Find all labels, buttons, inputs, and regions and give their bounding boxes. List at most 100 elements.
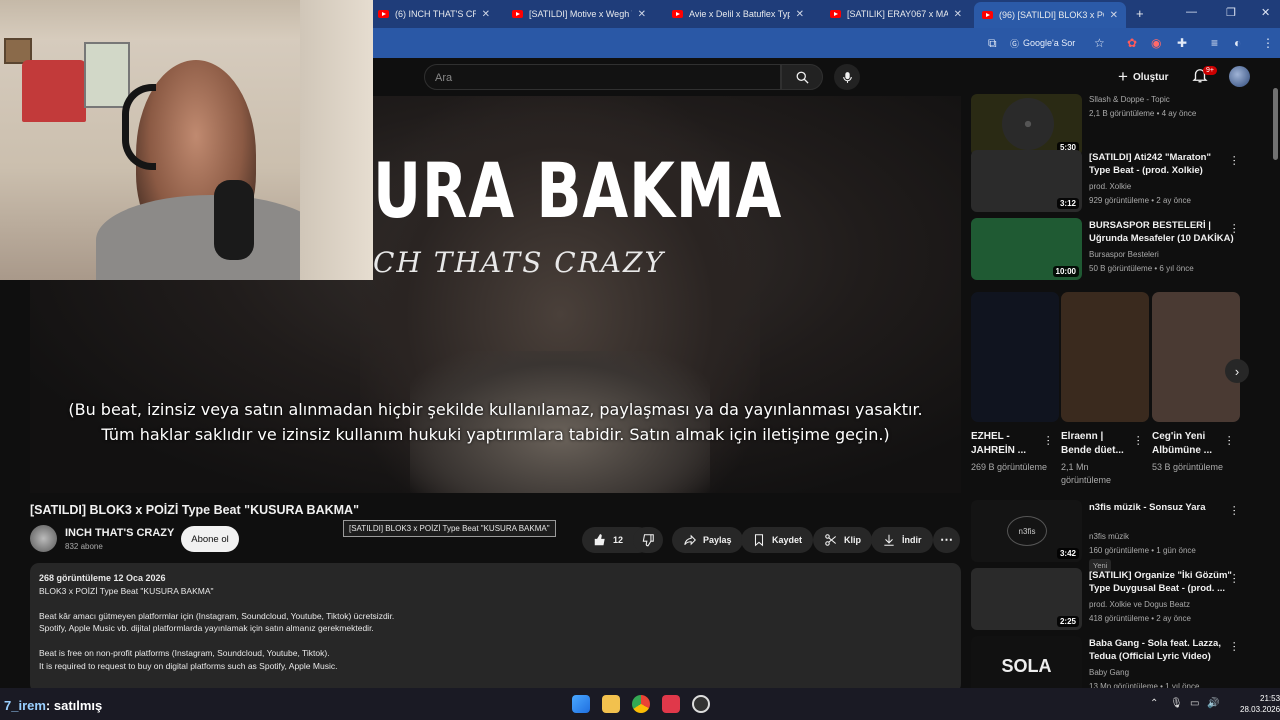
close-tab-icon[interactable]: ✕	[1110, 10, 1118, 21]
bookmark-star-icon[interactable]: ☆	[1094, 36, 1105, 50]
chat-username: 7_irem	[4, 698, 46, 713]
browser-tab[interactable]: [SATILDI] Motive x Wegh Type I ✕	[504, 4, 654, 24]
related-channel-name[interactable]: n3fis müzik	[1089, 532, 1129, 541]
related-views: 929 görüntüleme • 2 ay önce	[1089, 196, 1191, 205]
browser-tab[interactable]: Avie x Delil x Batuflex Type Beat ✕	[664, 4, 812, 24]
short-title[interactable]: Ceg'in Yeni Albümüne ...	[1152, 430, 1224, 458]
more-actions-button[interactable]: ⋯	[933, 527, 960, 553]
browser-tab[interactable]: (6) INCH THAT'S CRAZY - You ✕	[370, 4, 498, 24]
related-channel-name[interactable]: Bursaspor Besteleri	[1089, 250, 1159, 259]
save-button[interactable]: Kaydet	[741, 527, 814, 553]
more-vertical-icon[interactable]: ⋯	[1228, 641, 1241, 652]
related-video[interactable]: 3:12 [SATILDI] Ati242 "Maraton" Type Beat…	[971, 150, 1271, 216]
short-menu-icon[interactable]: ⋯	[1042, 435, 1055, 446]
short-thumbnail[interactable]	[971, 292, 1059, 422]
more-vertical-icon[interactable]: ⋯	[1228, 223, 1241, 234]
more-vertical-icon[interactable]: ⋯	[1228, 155, 1241, 166]
start-menu-icon[interactable]	[572, 695, 590, 713]
tray-volume-icon[interactable]: 🔊	[1207, 698, 1219, 709]
tray-chevron-icon[interactable]: ⌃	[1150, 698, 1158, 709]
video-description[interactable]: 268 görüntüleme 12 Oca 2026 BLOK3 x POİZ…	[30, 563, 961, 693]
related-channel-name[interactable]: prod. Xolkie	[1089, 182, 1131, 191]
file-explorer-icon[interactable]	[602, 695, 620, 713]
obs-icon[interactable]	[692, 695, 710, 713]
more-vertical-icon[interactable]: ⋯	[1228, 573, 1241, 584]
voice-search-button[interactable]	[834, 64, 860, 90]
close-window-icon[interactable]: ✕	[1261, 6, 1270, 19]
related-video-title[interactable]: Baba Gang - Sola feat. Lazza, Tedua (Off…	[1089, 637, 1234, 663]
close-tab-icon[interactable]: ✕	[954, 9, 962, 20]
clock-date: 28.03.2026	[1240, 705, 1280, 714]
related-channel-name[interactable]: Sllash & Doppe - Topic	[1089, 95, 1170, 104]
related-video-title[interactable]: [SATILIK] Organize "İki Gözüm" Type Duyg…	[1089, 569, 1234, 595]
video-overlay-subtitle: CH THATS CRAZY	[373, 246, 665, 279]
google-ask-button[interactable]: Ⓖ Google'a Sor	[1010, 34, 1075, 52]
short-title[interactable]: EZHEL - JAHREİN ...	[971, 430, 1043, 458]
extension-badge-icon[interactable]: ◉	[1151, 36, 1161, 50]
cast-icon[interactable]: ⧉	[988, 36, 997, 51]
room-door	[300, 0, 373, 280]
short-menu-icon[interactable]: ⋯	[1223, 435, 1236, 446]
more-vertical-icon[interactable]: ⋯	[1228, 505, 1241, 516]
app-icon[interactable]	[662, 695, 680, 713]
create-button[interactable]: + Oluştur	[1118, 67, 1169, 87]
duration-badge: 2:25	[1056, 616, 1079, 627]
search-input[interactable]: Ara	[424, 64, 781, 90]
browser-tab[interactable]: (96) [SATILDI] BLOK3 x POİZİ Typ ✕	[974, 2, 1126, 28]
clip-button[interactable]: Klip	[813, 527, 872, 553]
tray-display-icon[interactable]: ▭	[1190, 698, 1199, 709]
related-video-title[interactable]: BURSASPOR BESTELERİ | Uğrunda Mesafeler …	[1089, 219, 1234, 245]
video-thumbnail[interactable]: 3:12	[971, 150, 1082, 212]
media-control-icon[interactable]: ≡	[1211, 36, 1218, 50]
thumbnail-text: SOLA	[1001, 656, 1052, 676]
browser-menu-icon[interactable]: ⋮	[1262, 36, 1274, 50]
related-channel-name[interactable]: Baby Gang	[1089, 668, 1129, 677]
description-line: BLOK3 x POİZİ Type Beat "KUSURA BAKMA"	[39, 585, 214, 596]
video-thumbnail[interactable]: 3:42 n3fis	[971, 500, 1082, 562]
save-label: Kaydet	[772, 535, 803, 545]
video-thumbnail[interactable]: 2:25	[971, 568, 1082, 630]
plus-icon: +	[1118, 67, 1128, 86]
maximize-icon[interactable]: ❐	[1226, 6, 1236, 19]
close-tab-icon[interactable]: ✕	[638, 9, 646, 20]
short-title[interactable]: Elraenn | Bende düet...	[1061, 430, 1133, 458]
minimize-icon[interactable]: —	[1186, 6, 1197, 18]
scrollbar-thumb[interactable]	[1273, 88, 1278, 160]
video-thumbnail[interactable]: 10:00	[971, 218, 1082, 280]
download-button[interactable]: İndir	[871, 527, 933, 553]
duration-badge: 3:12	[1056, 198, 1079, 209]
youtube-favicon-icon	[512, 10, 523, 18]
related-video[interactable]: 3:42 n3fis n3fis müzik - Sonsuz Yara n3fis …	[971, 500, 1271, 572]
video-frame-sweater	[410, 351, 710, 493]
system-clock[interactable]: 21:53 28.03.2026	[1240, 693, 1280, 715]
short-thumbnail[interactable]	[1061, 292, 1149, 422]
new-tab-button[interactable]: +	[1136, 6, 1144, 21]
short-thumbnail[interactable]	[1152, 292, 1240, 422]
related-video[interactable]: 10:00 BURSASPOR BESTELERİ | Uğrunda Mesaf…	[971, 218, 1271, 284]
video-thumbnail[interactable]: 5:30	[971, 94, 1082, 156]
close-tab-icon[interactable]: ✕	[796, 9, 804, 20]
chrome-icon[interactable]	[632, 695, 650, 713]
tray-mic-icon[interactable]: 🎙	[1170, 698, 1183, 709]
channel-name[interactable]: INCH THAT'S CRAZY	[65, 527, 174, 539]
related-video-title[interactable]: [SATILDI] Ati242 "Maraton" Type Beat - (…	[1089, 151, 1234, 177]
related-video[interactable]: 2:25 [SATILIK] Organize "İki Gözüm" Type …	[971, 568, 1271, 634]
account-avatar[interactable]	[1229, 66, 1250, 87]
profile-icon[interactable]: ◐	[1234, 36, 1241, 50]
headphones	[122, 84, 156, 170]
extension-icon[interactable]: ✿	[1127, 36, 1137, 50]
extensions-puzzle-icon[interactable]: ✚	[1177, 36, 1187, 50]
search-button[interactable]	[781, 64, 823, 90]
dislike-button[interactable]	[633, 527, 663, 553]
share-button[interactable]: Paylaş	[672, 527, 743, 553]
related-views: 418 görüntüleme • 2 ay önce	[1089, 614, 1191, 623]
channel-avatar[interactable]	[30, 525, 57, 552]
close-tab-icon[interactable]: ✕	[482, 9, 490, 20]
browser-tab[interactable]: [SATILIK] ERAY067 x MANSUR ✕	[822, 4, 970, 24]
subscribe-button[interactable]: Abone ol	[181, 526, 239, 552]
related-video-title[interactable]: n3fis müzik - Sonsuz Yara	[1089, 501, 1234, 514]
shorts-next-button[interactable]: ›	[1225, 359, 1249, 383]
related-channel-name[interactable]: prod. Xolkie ve Dogus Beatz	[1089, 600, 1190, 609]
short-menu-icon[interactable]: ⋯	[1132, 435, 1145, 446]
related-views: 50 B görüntüleme • 6 yıl önce	[1089, 264, 1194, 273]
